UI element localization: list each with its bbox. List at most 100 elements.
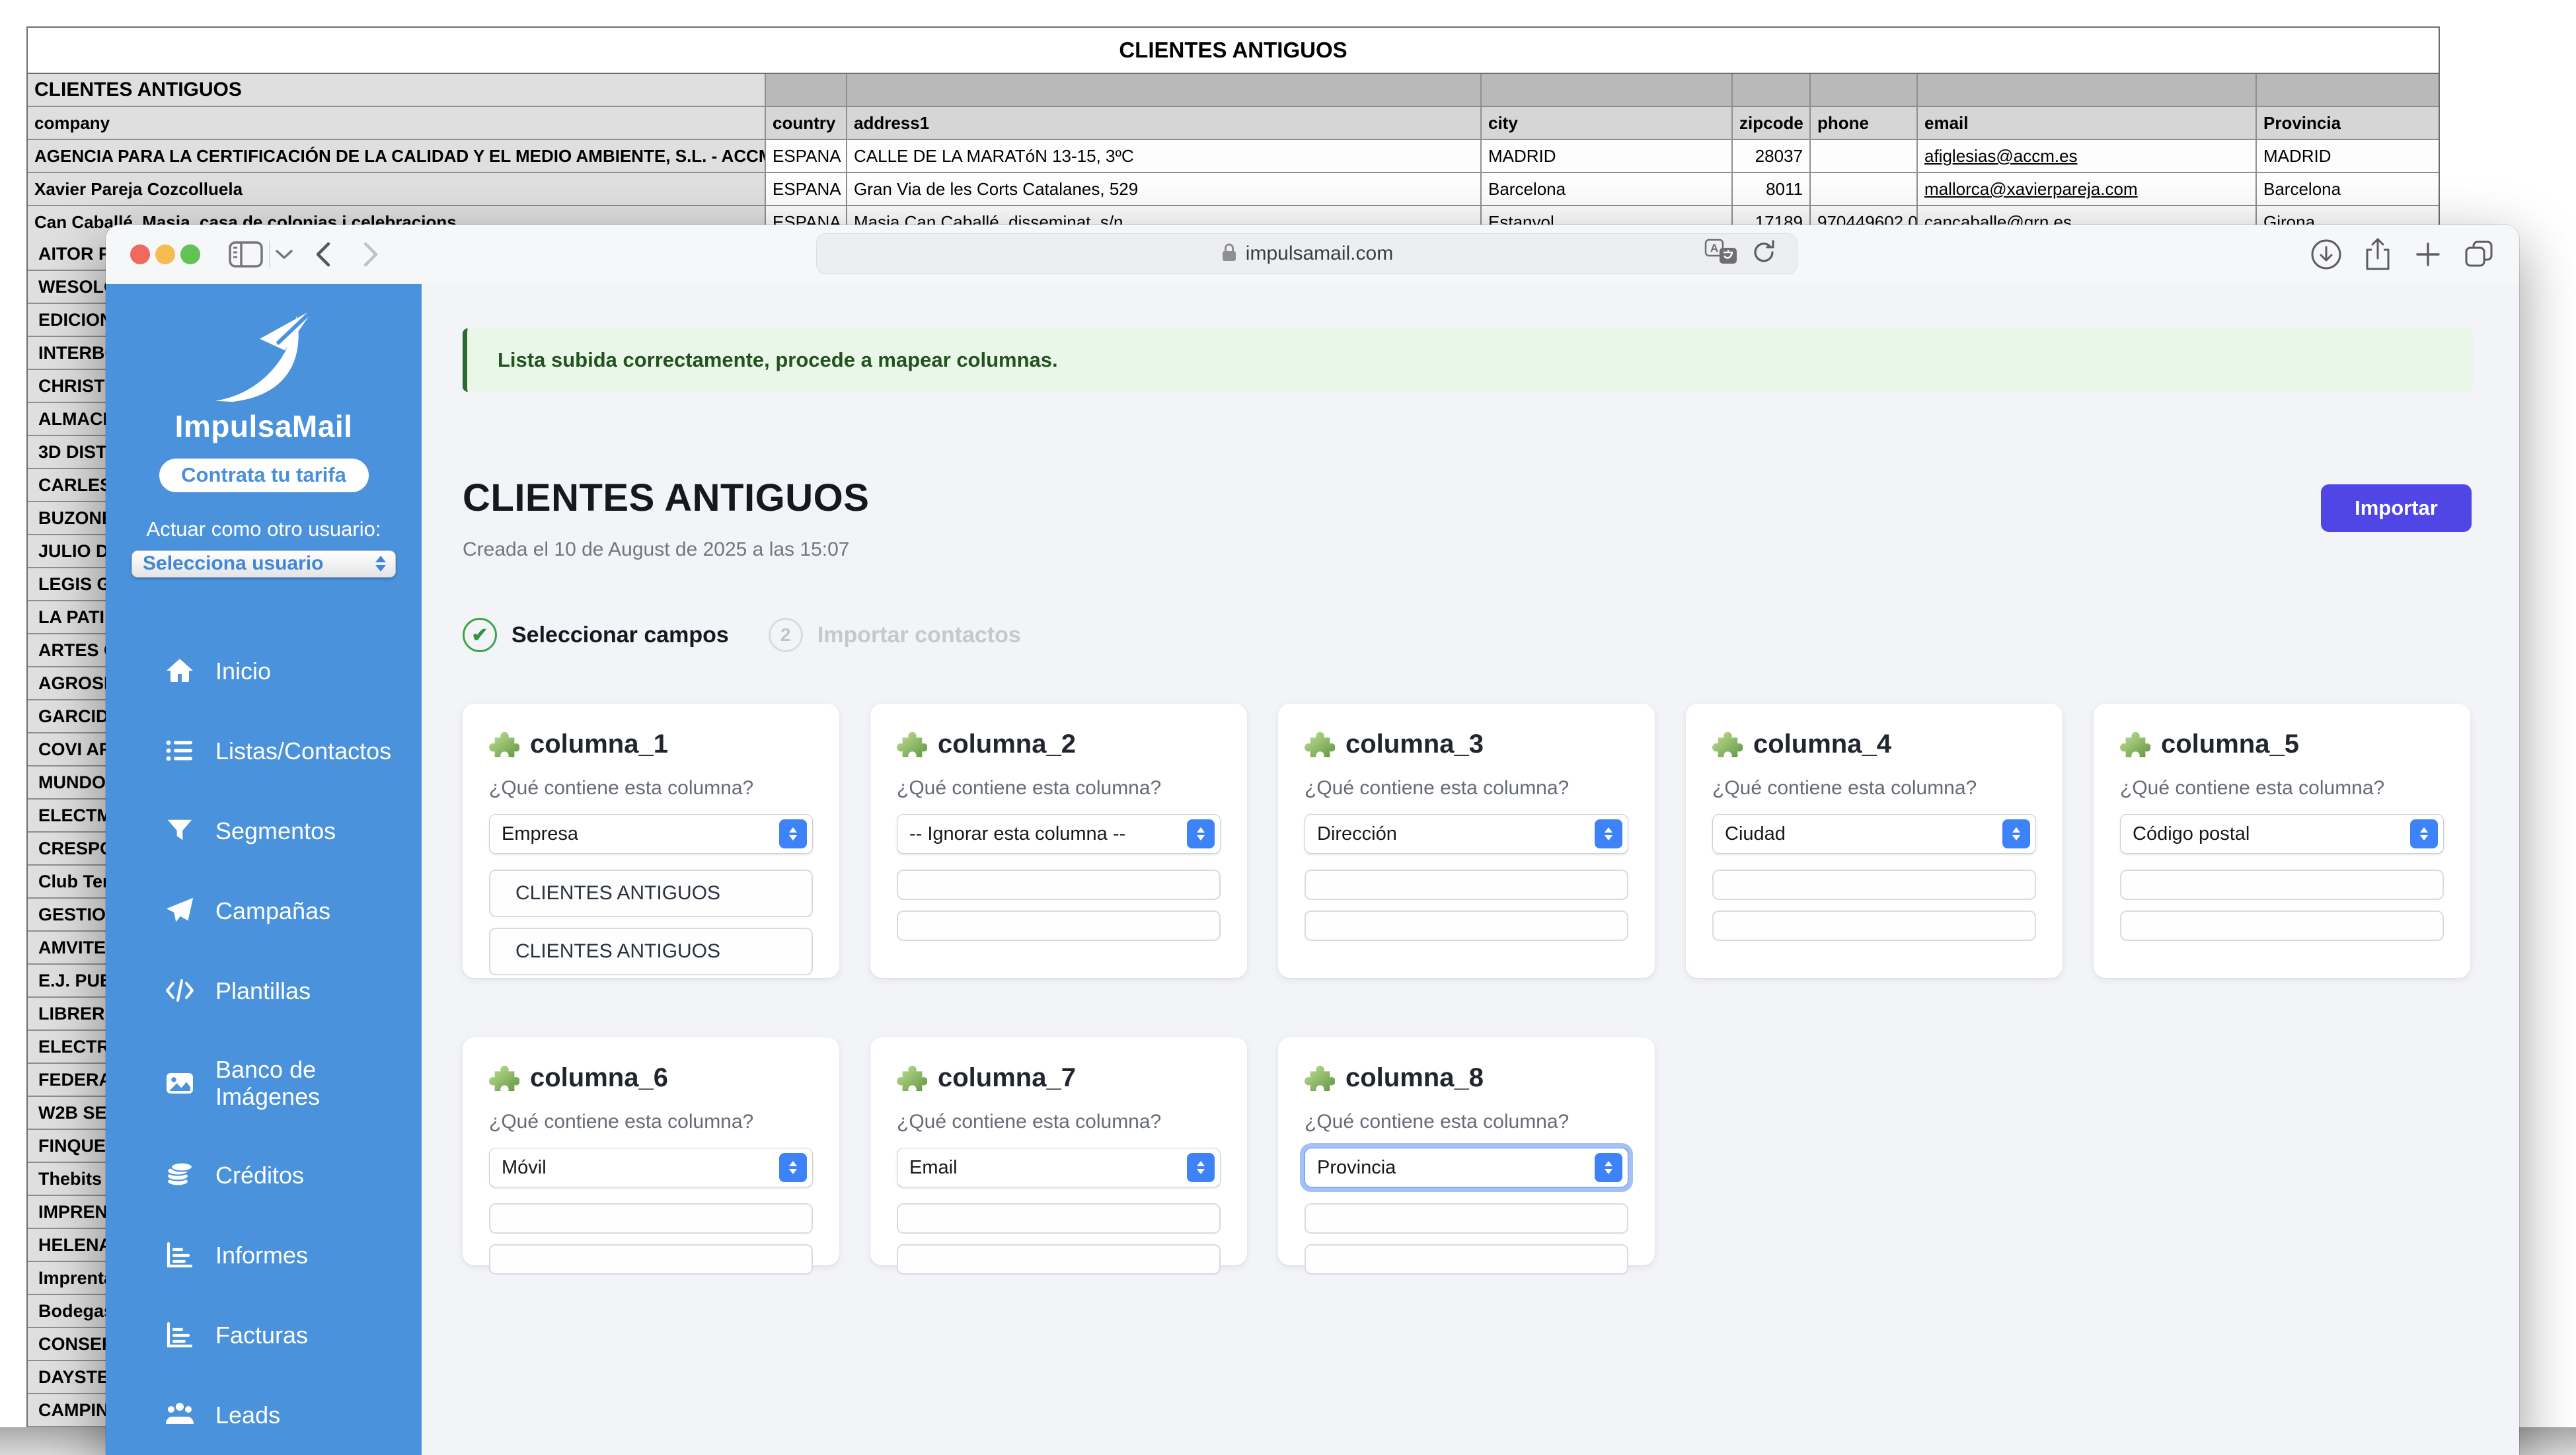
cell-provincia: MADRID	[2257, 140, 2439, 172]
sidebar-item-plantillas[interactable]: Plantillas	[106, 951, 422, 1031]
spreadsheet-band-row: CLIENTES ANTIGUOS	[28, 74, 2439, 107]
column-question: ¿Qué contiene esta columna?	[489, 1111, 813, 1133]
app-title: ImpulsaMail	[175, 408, 353, 444]
back-icon[interactable]	[312, 225, 333, 284]
select-value: Código postal	[2133, 823, 2250, 845]
column-mapping-grid: columna_1 ¿Qué contiene esta columna? Em…	[463, 704, 2470, 1265]
sidebar-item-label: Informes	[215, 1242, 308, 1269]
contract-plan-button[interactable]: Contrata tu tarifa	[159, 459, 369, 492]
translate-icon[interactable]: A	[1704, 238, 1739, 269]
window-controls	[130, 244, 200, 264]
sidebar-item-inicio[interactable]: Inicio	[106, 631, 422, 711]
zoom-window-button[interactable]	[180, 244, 200, 264]
user-select[interactable]: Selecciona usuario	[132, 550, 396, 578]
sample-value	[897, 911, 1221, 941]
column-question: ¿Qué contiene esta columna?	[897, 777, 1221, 800]
puzzle-icon	[897, 728, 927, 761]
band-label: CLIENTES ANTIGUOS	[28, 74, 766, 106]
sidebar-item-segmentos[interactable]: Segmentos	[106, 791, 422, 871]
cell-city: Barcelona	[1482, 173, 1733, 205]
new-tab-icon[interactable]	[2413, 225, 2443, 284]
column-name: columna_3	[1345, 729, 1484, 759]
import-button[interactable]: Importar	[2321, 484, 2472, 532]
select-arrows-icon	[1187, 819, 1215, 848]
cell-zipcode: 8011	[1733, 173, 1811, 205]
select-value: Email	[909, 1157, 958, 1179]
column-card: columna_3 ¿Qué contiene esta columna? Di…	[1278, 704, 1655, 978]
share-icon[interactable]	[2363, 225, 2393, 284]
minimize-window-button[interactable]	[155, 244, 175, 264]
select-arrows-icon	[1595, 1153, 1622, 1182]
column-name: columna_6	[530, 1063, 668, 1093]
browser-window: impulsamail.com A	[106, 225, 2519, 1455]
main-content: Lista subida correctamente, procede a ma…	[422, 284, 2519, 1455]
list-icon	[164, 735, 196, 766]
close-window-button[interactable]	[130, 244, 150, 264]
column-type-select[interactable]: Ciudad	[1712, 814, 2036, 854]
puzzle-icon	[489, 728, 519, 761]
cell-email: mallorca@xavierpareja.com	[1918, 173, 2257, 205]
download-icon[interactable]	[2310, 225, 2343, 284]
column-type-select[interactable]: Dirección	[1305, 814, 1628, 854]
sidebar-item-label: Facturas	[215, 1322, 308, 1349]
column-type-select[interactable]: Provincia	[1305, 1148, 1628, 1187]
sidebar-item-facturas[interactable]: Facturas	[106, 1295, 422, 1375]
column-header: Provincia	[2257, 107, 2439, 139]
sample-value	[1305, 870, 1628, 900]
app-sidebar: ImpulsaMail Contrata tu tarifa Actuar co…	[106, 284, 422, 1455]
tab-overview-icon[interactable]	[2462, 225, 2495, 284]
select-arrows-icon	[2410, 819, 2438, 848]
sidebar-item-listas-contactos[interactable]: Listas/Contactos	[106, 711, 422, 791]
select-value: -- Ignorar esta columna --	[909, 823, 1125, 845]
select-value: Ciudad	[1725, 823, 1786, 845]
chevron-down-icon[interactable]	[275, 225, 293, 284]
select-arrows-icon	[1187, 1153, 1215, 1182]
column-type-select[interactable]: -- Ignorar esta columna --	[897, 814, 1221, 854]
cell-phone	[1811, 173, 1918, 205]
column-type-select[interactable]: Empresa	[489, 814, 813, 854]
users-icon	[164, 1399, 196, 1431]
sample-value	[1712, 911, 2036, 941]
sidebar-item-label: Campañas	[215, 897, 330, 924]
column-type-select[interactable]: Móvil	[489, 1148, 813, 1187]
image-icon	[164, 1067, 196, 1099]
sidebar-item-informes[interactable]: Informes	[106, 1215, 422, 1295]
select-arrows-icon	[1595, 819, 1622, 848]
code-icon	[164, 975, 196, 1006]
column-type-select[interactable]: Código postal	[2120, 814, 2444, 854]
column-header: phone	[1811, 107, 1918, 139]
sidebar-item-creditos[interactable]: Créditos	[106, 1135, 422, 1215]
success-alert: Lista subida correctamente, procede a ma…	[463, 328, 2473, 392]
column-name: columna_7	[938, 1063, 1076, 1093]
sample-value	[2120, 911, 2444, 941]
column-card: columna_6 ¿Qué contiene esta columna? Mó…	[463, 1037, 839, 1265]
cell-country: ESPANA	[766, 173, 847, 205]
funnel-icon	[164, 815, 196, 846]
cell-city: MADRID	[1482, 140, 1733, 172]
url-text: impulsamail.com	[1246, 243, 1393, 265]
sidebar-item-label: Plantillas	[215, 977, 311, 1004]
column-type-select[interactable]: Email	[897, 1148, 1221, 1187]
forward-icon[interactable]	[361, 225, 382, 284]
cell-country: ESPANA	[766, 140, 847, 172]
url-bar[interactable]: impulsamail.com A	[816, 233, 1798, 274]
column-card: columna_4 ¿Qué contiene esta columna? Ci…	[1686, 704, 2063, 978]
select-arrows-icon	[779, 819, 807, 848]
column-question: ¿Qué contiene esta columna?	[1712, 777, 2036, 800]
column-question: ¿Qué contiene esta columna?	[1305, 1111, 1628, 1133]
table-row: AGENCIA PARA LA CERTIFICACIÓN DE LA CALI…	[28, 140, 2439, 173]
browser-titlebar: impulsamail.com A	[106, 225, 2519, 285]
sample-value	[489, 1203, 813, 1234]
column-question: ¿Qué contiene esta columna?	[2120, 777, 2444, 800]
reload-icon[interactable]	[1751, 239, 1777, 268]
sidebar-item-banco-de-imagenes[interactable]: Banco de Imágenes	[106, 1031, 422, 1135]
column-name: columna_5	[2161, 729, 2299, 759]
cell-phone	[1811, 140, 1918, 172]
toolbar-divider	[269, 241, 270, 268]
sidebar-toggle-icon[interactable]	[229, 225, 263, 284]
column-name: columna_8	[1345, 1063, 1484, 1093]
select-value: Provincia	[1317, 1157, 1396, 1179]
sidebar-item-leads[interactable]: Leads	[106, 1375, 422, 1455]
impulsamail-logo	[188, 304, 340, 406]
sidebar-item-campanas[interactable]: Campañas	[106, 871, 422, 951]
